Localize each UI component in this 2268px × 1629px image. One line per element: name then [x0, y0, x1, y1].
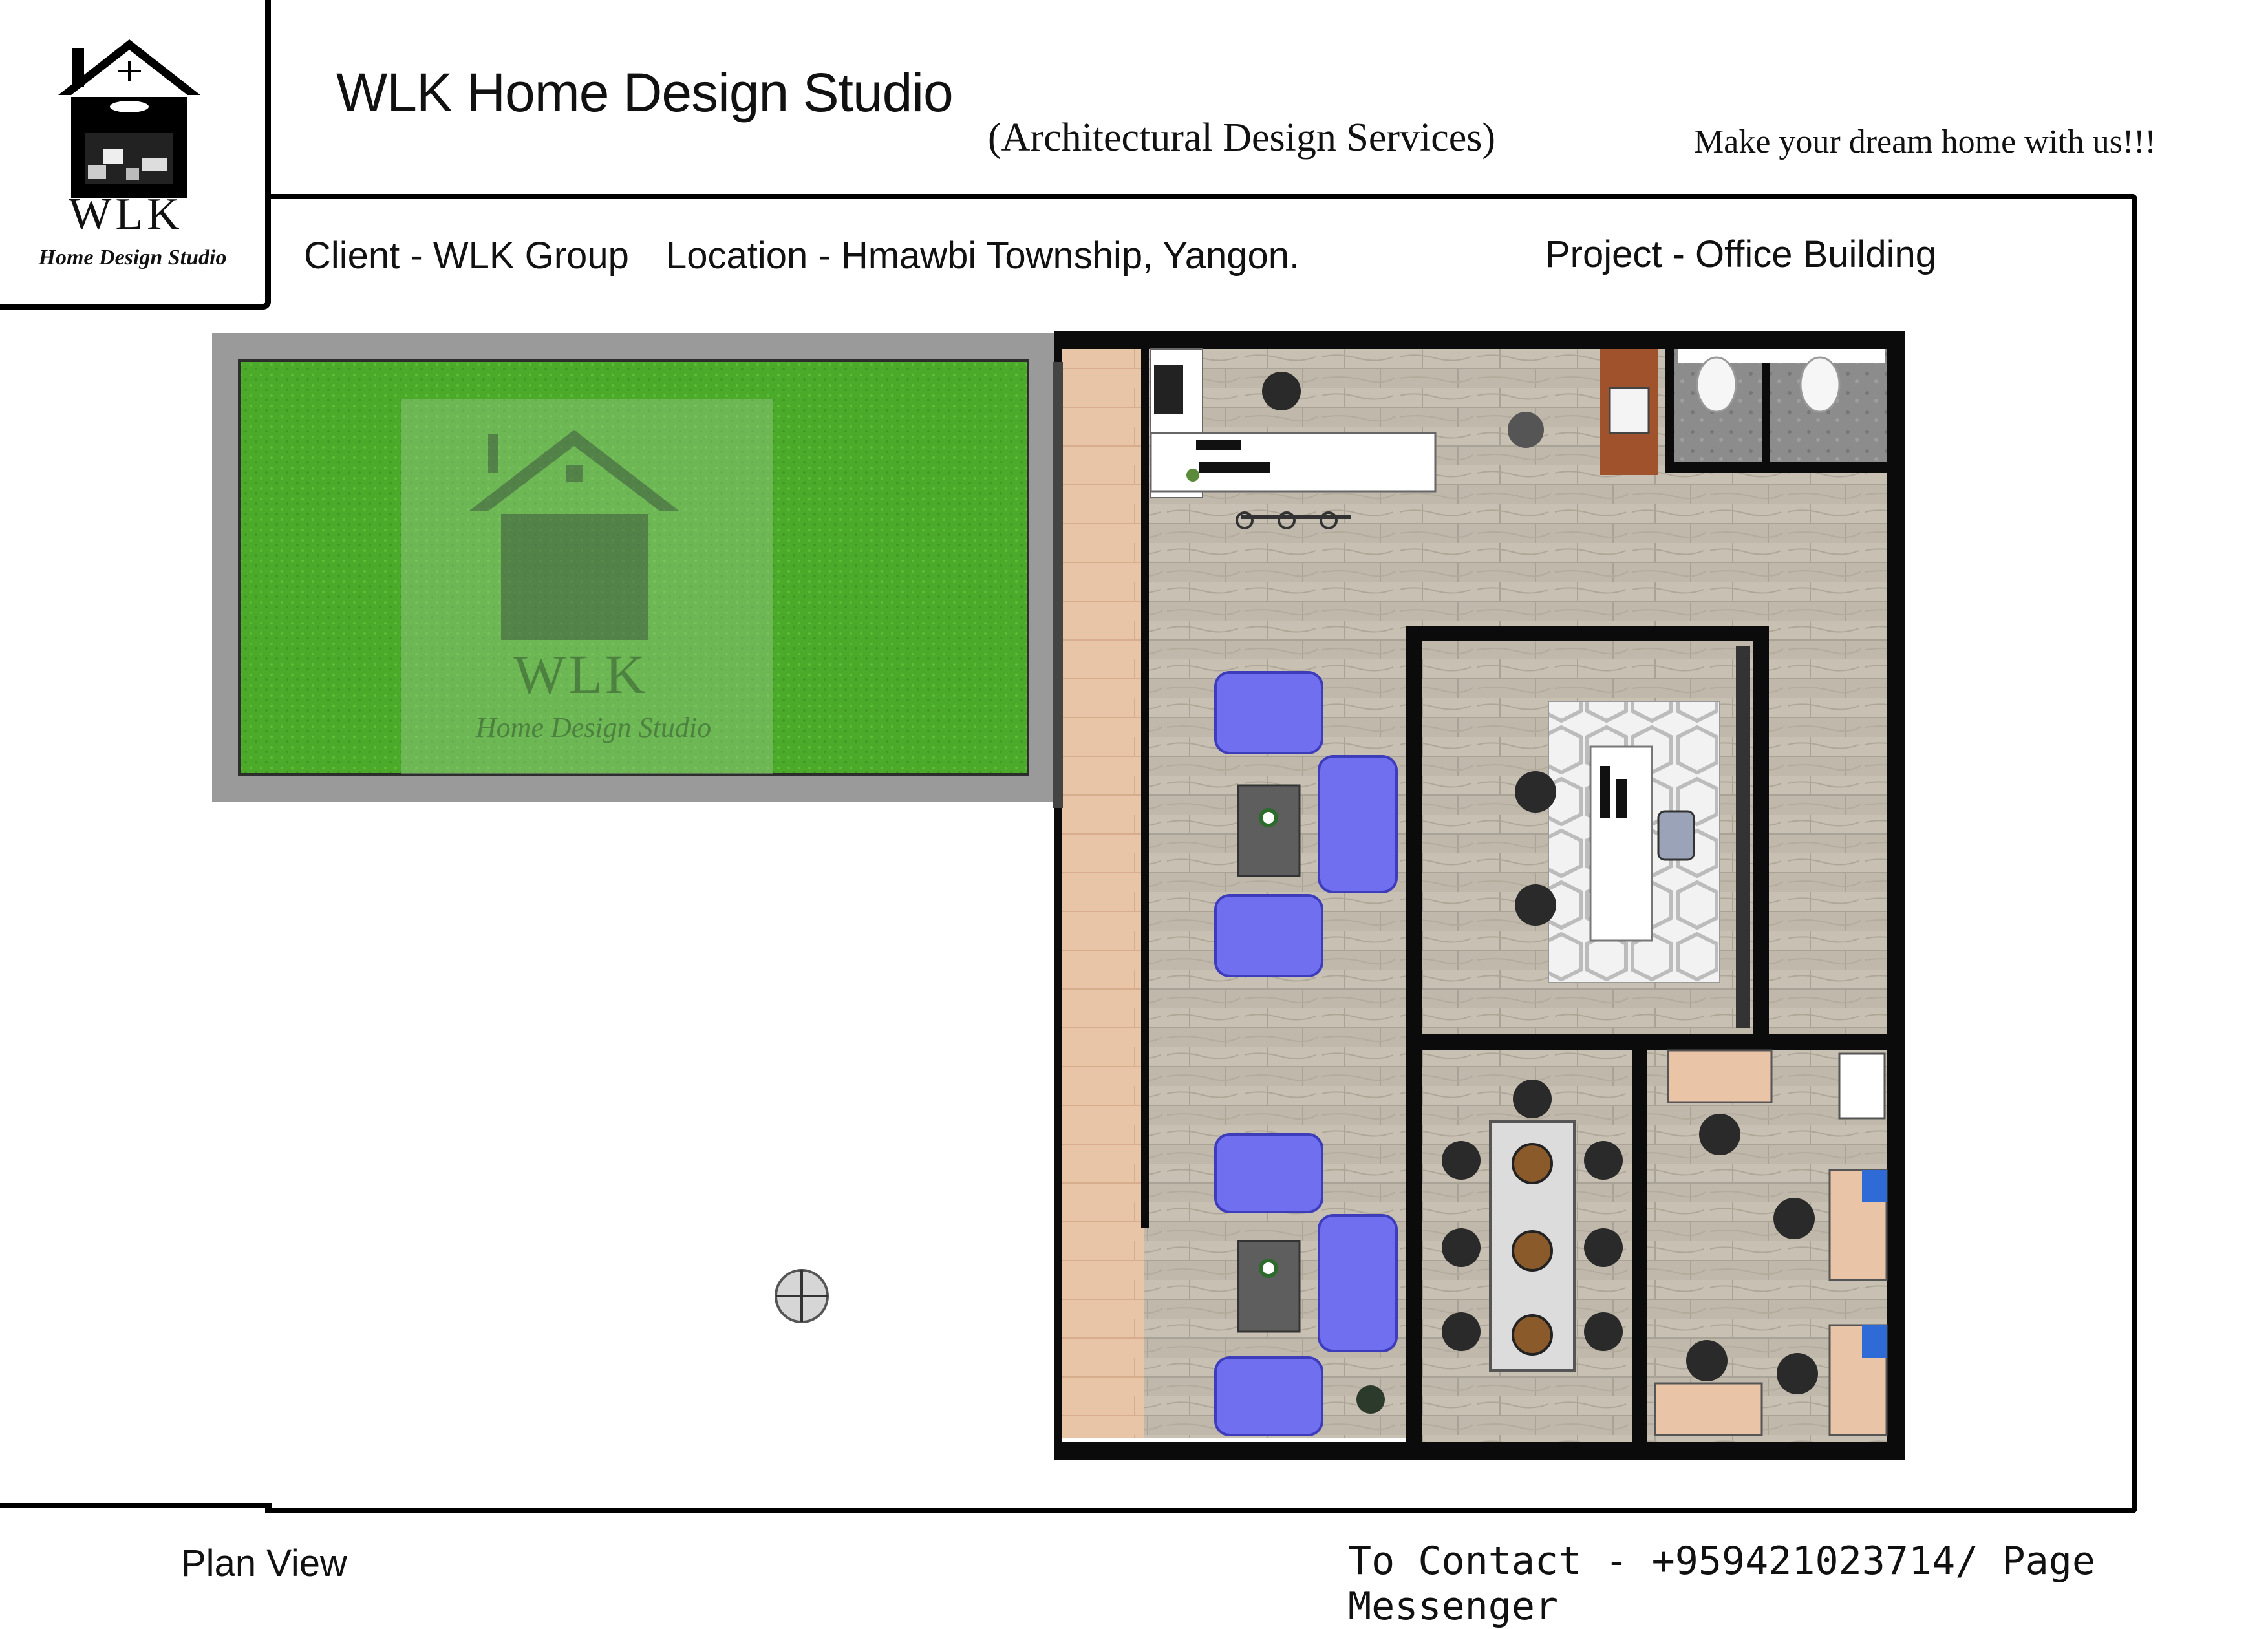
lawn: WLK Home Design Studio	[212, 333, 1054, 802]
meeting-room	[1422, 1050, 1632, 1442]
workstations	[1647, 1049, 1888, 1442]
restrooms	[1600, 349, 1887, 475]
manager-office	[1422, 641, 1753, 1034]
watermark-brand: WLK	[513, 643, 648, 705]
datum-marker-icon	[775, 1269, 829, 1323]
walkway	[1057, 339, 1144, 1438]
watermark-tagline: Home Design Studio	[475, 712, 711, 743]
view-label: Plan View	[181, 1542, 347, 1584]
floor-plan: WLK Home Design Studio	[212, 331, 1905, 1460]
contact-info: To Contact - +959421023714/ Page Messeng…	[1348, 1538, 2095, 1629]
